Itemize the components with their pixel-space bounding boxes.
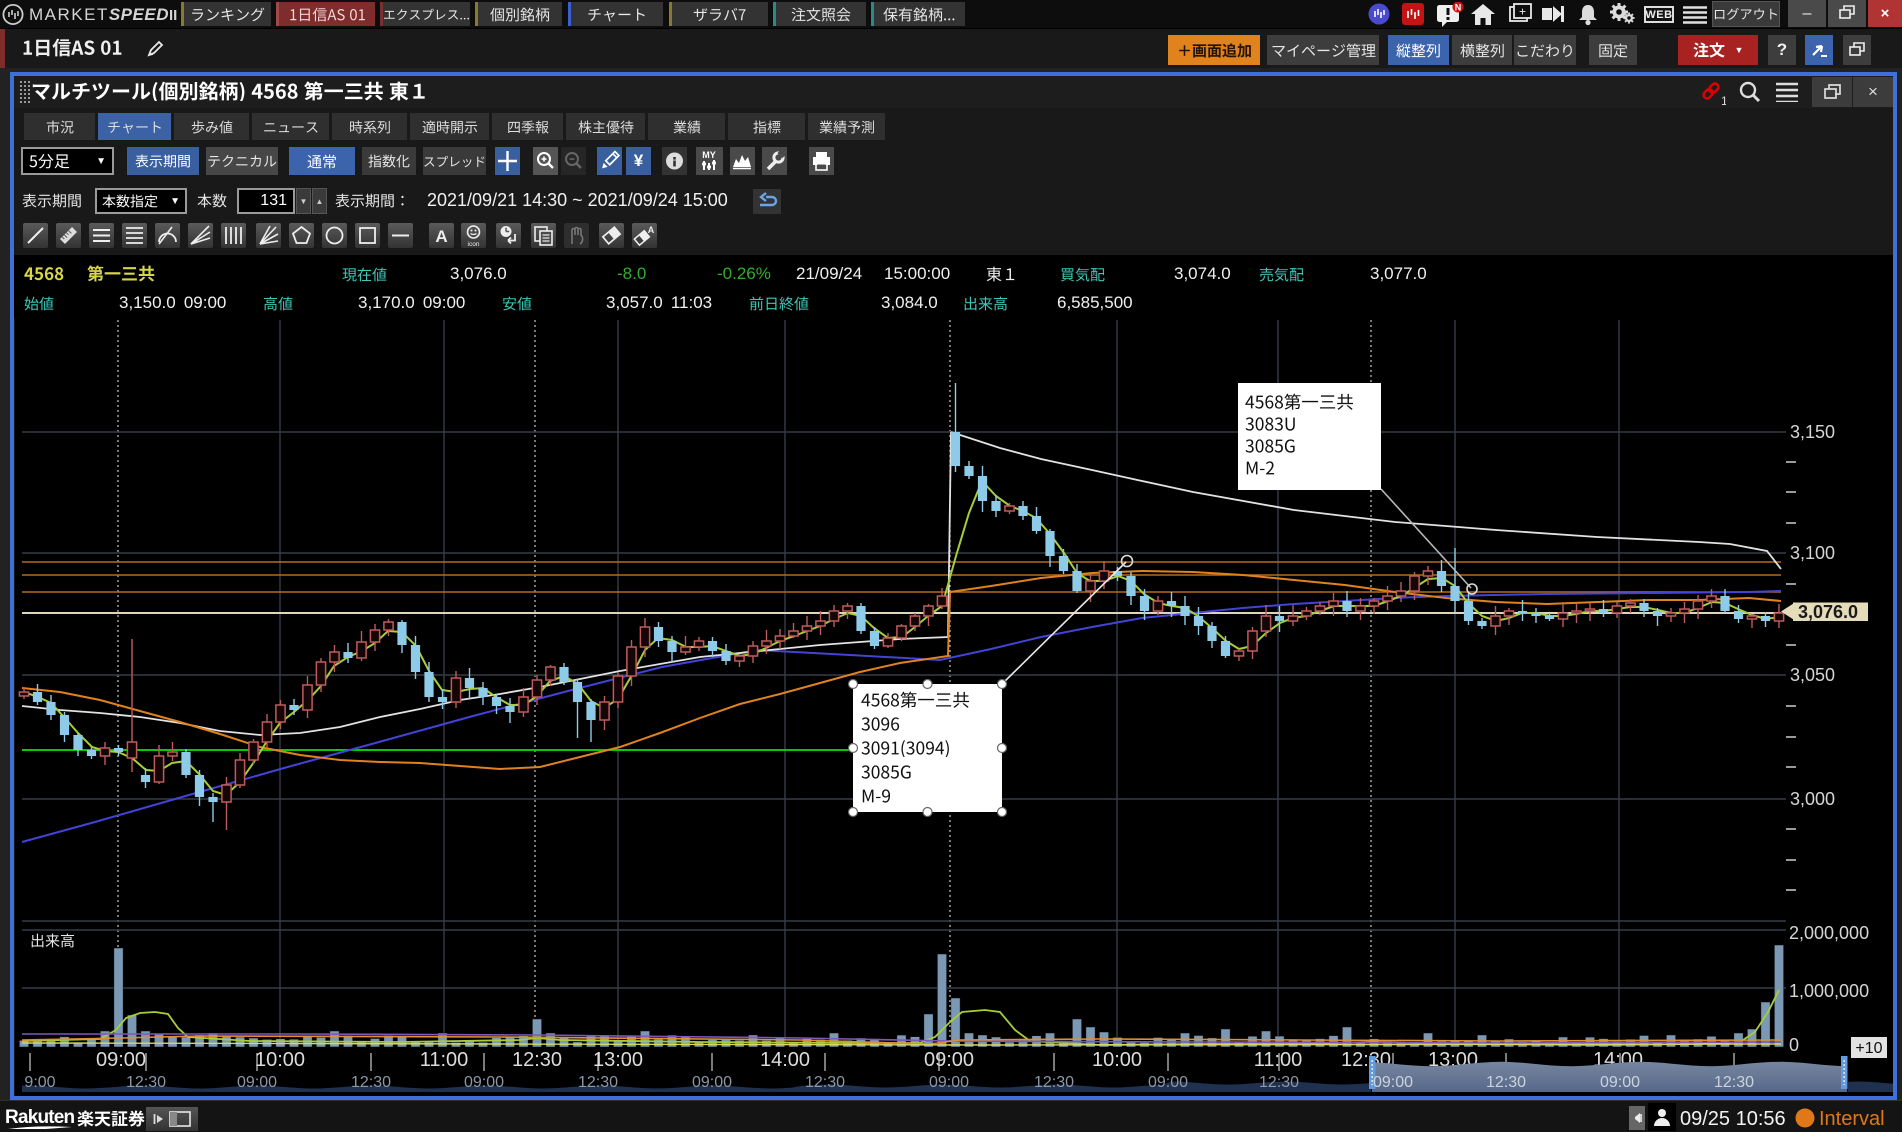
svg-text:11:00: 11:00 [420, 1049, 469, 1071]
svg-text:13:00: 13:00 [593, 1049, 643, 1071]
svg-text:1,000,000: 1,000,000 [1789, 981, 1869, 1001]
svg-text:09:00: 09:00 [464, 1074, 504, 1091]
svg-text:2,000,000: 2,000,000 [1789, 923, 1869, 943]
svg-text:09:00: 09:00 [929, 1074, 969, 1091]
svg-text:14:00: 14:00 [760, 1049, 810, 1071]
svg-text:+: + [1519, 5, 1526, 19]
svg-text:10:00: 10:00 [255, 1049, 305, 1071]
svg-text:09:00: 09:00 [1148, 1074, 1188, 1091]
svg-text:12:30: 12:30 [351, 1074, 391, 1091]
svg-text:09:00: 09:00 [924, 1049, 974, 1071]
svg-text:12:30: 12:30 [512, 1049, 562, 1071]
svg-text:11:00: 11:00 [1254, 1049, 1303, 1071]
svg-text:A: A [435, 227, 447, 246]
svg-text:9:00: 9:00 [24, 1074, 55, 1091]
svg-text:3,100: 3,100 [1790, 543, 1835, 563]
svg-text:A: A [648, 225, 655, 235]
svg-text:0: 0 [1789, 1035, 1799, 1055]
svg-text:12:30: 12:30 [578, 1074, 618, 1091]
svg-text:10:00: 10:00 [1092, 1049, 1142, 1071]
svg-text:09:00: 09:00 [237, 1074, 277, 1091]
svg-text:12:30: 12:30 [1714, 1074, 1754, 1091]
svg-text:N: N [1455, 3, 1462, 13]
svg-text:12:30: 12:30 [1486, 1074, 1526, 1091]
svg-text:09:00: 09:00 [1373, 1074, 1413, 1091]
svg-text:09:00: 09:00 [1600, 1074, 1640, 1091]
svg-text:09:00: 09:00 [96, 1049, 146, 1071]
svg-text:3,150: 3,150 [1790, 422, 1835, 442]
svg-text:3,000: 3,000 [1790, 789, 1835, 809]
svg-text:3,050: 3,050 [1790, 665, 1835, 685]
svg-text:12:30: 12:30 [1259, 1074, 1299, 1091]
svg-text:+10: +10 [1855, 1040, 1882, 1057]
svg-text:1: 1 [1721, 94, 1726, 106]
svg-text:MY: MY [702, 150, 716, 160]
svg-text:12:30: 12:30 [1034, 1074, 1074, 1091]
svg-text:12:30: 12:30 [126, 1074, 166, 1091]
svg-text:09:00: 09:00 [692, 1074, 732, 1091]
svg-text:3,076.0: 3,076.0 [1798, 602, 1858, 622]
svg-text:icon: icon [468, 241, 480, 248]
svg-text:12:30: 12:30 [805, 1074, 845, 1091]
